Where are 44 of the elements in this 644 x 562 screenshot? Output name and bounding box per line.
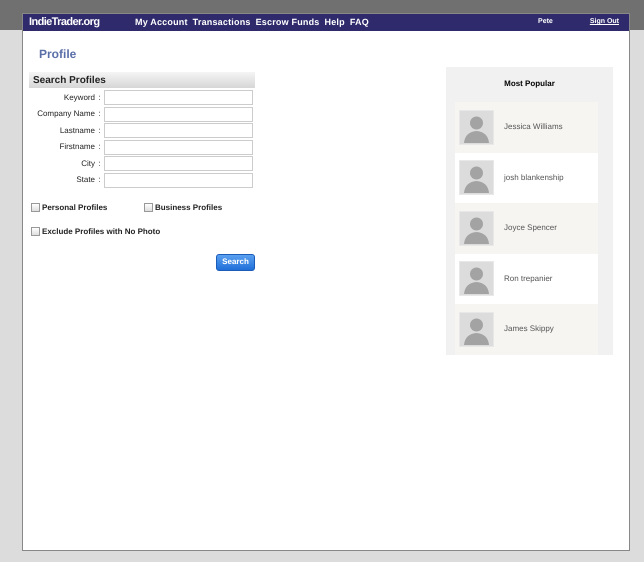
profile-item[interactable]: Ron trepanier xyxy=(455,254,598,304)
avatar-icon xyxy=(459,312,494,347)
profile-item[interactable]: Joyce Spencer xyxy=(455,203,598,254)
colon: : xyxy=(97,141,102,154)
checkbox-label: Personal Profiles xyxy=(42,202,108,214)
checkbox-label: Business Profiles xyxy=(155,202,222,214)
checkbox[interactable] xyxy=(31,203,40,212)
field-label: State xyxy=(75,174,95,186)
checkbox[interactable] xyxy=(31,227,40,236)
avatar-icon xyxy=(459,160,494,196)
input-field[interactable] xyxy=(104,90,253,105)
field-label: Firstname xyxy=(58,141,95,154)
field-label: Lastname xyxy=(58,124,95,137)
nav-link[interactable]: FAQ xyxy=(350,16,369,30)
colon: : xyxy=(97,174,102,186)
input-field[interactable] xyxy=(104,172,253,188)
colon: : xyxy=(97,158,102,170)
checkbox[interactable] xyxy=(144,203,153,212)
colon: : xyxy=(97,92,102,104)
avatar-icon xyxy=(459,210,494,246)
profile-item[interactable]: josh blankenship xyxy=(455,152,598,203)
profile-item[interactable]: James Skippy xyxy=(455,304,598,354)
field-label: Company Name xyxy=(36,108,95,120)
page-title: Profile xyxy=(39,46,78,63)
nav-link[interactable]: Transactions xyxy=(192,16,251,30)
panel-header: Search Profiles xyxy=(29,72,255,88)
input-field[interactable] xyxy=(104,140,253,155)
input-field[interactable] xyxy=(104,106,253,122)
input-field[interactable] xyxy=(104,156,253,172)
nav-link[interactable]: My Account xyxy=(135,16,188,30)
nav-link[interactable]: Help xyxy=(324,16,345,30)
field-label: City xyxy=(80,158,95,170)
site-logo[interactable]: IndieTrader.org xyxy=(29,14,129,31)
colon: : xyxy=(97,108,102,120)
checkbox-label: Exclude Profiles with No Photo xyxy=(42,226,160,238)
nav-link[interactable]: Escrow Funds xyxy=(256,16,320,30)
input-field[interactable] xyxy=(104,123,253,138)
profile-item[interactable]: Jessica Williams xyxy=(455,102,598,152)
search-button[interactable]: Search xyxy=(216,254,255,271)
field-label: Keyword xyxy=(62,92,95,104)
colon: : xyxy=(97,124,102,137)
avatar-icon xyxy=(459,261,494,296)
sidebar-title: Most Popular xyxy=(503,78,556,90)
avatar-icon xyxy=(459,110,494,145)
